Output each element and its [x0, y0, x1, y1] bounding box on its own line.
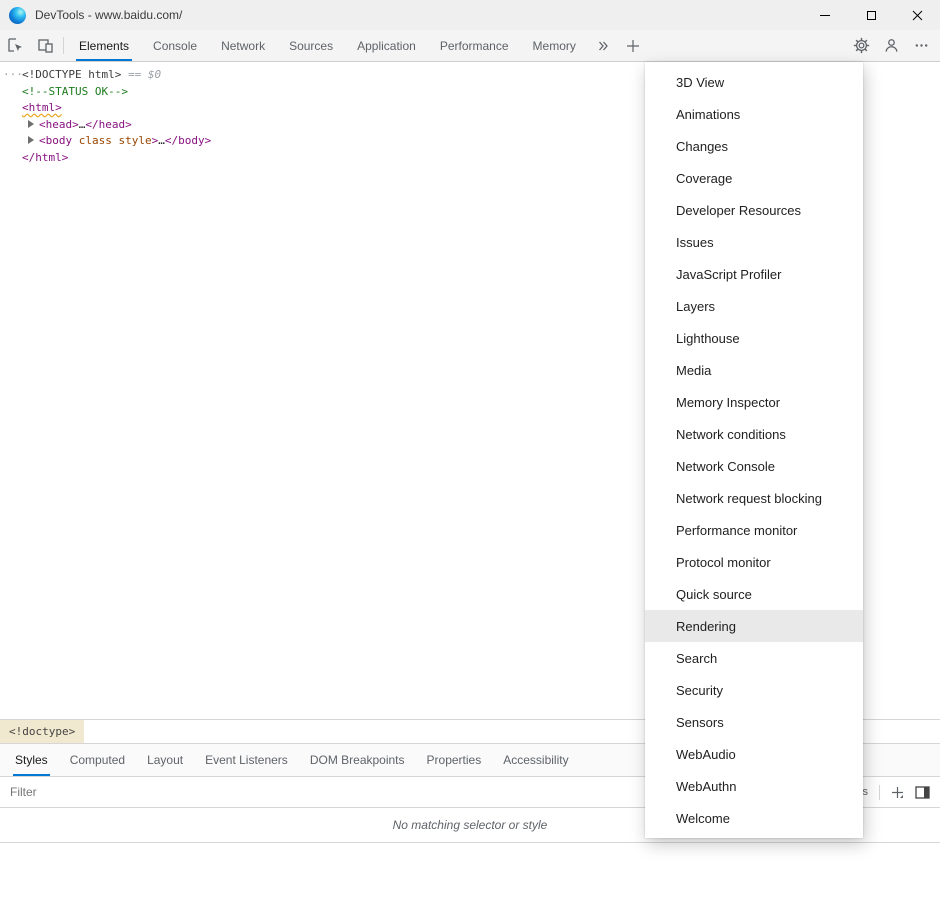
maximize-icon [867, 11, 876, 20]
code-token: <head> [39, 118, 79, 131]
node-overflow-dots-icon[interactable]: ··· [3, 67, 23, 84]
code-token: </head> [85, 118, 131, 131]
settings-button[interactable] [846, 30, 876, 61]
menu-item-quick-source[interactable]: Quick source [645, 578, 863, 610]
menu-item-rendering[interactable]: Rendering [645, 610, 863, 642]
menu-item-network-request-blocking[interactable]: Network request blocking [645, 482, 863, 514]
pane-tab-properties[interactable]: Properties [416, 744, 493, 776]
tab-network[interactable]: Network [209, 30, 277, 61]
bottom-empty-area [0, 843, 940, 900]
feedback-button[interactable] [876, 30, 906, 61]
close-button[interactable] [894, 0, 940, 30]
menu-item-protocol-monitor[interactable]: Protocol monitor [645, 546, 863, 578]
menu-item-webaudio[interactable]: WebAudio [645, 738, 863, 770]
toolbar-right-group [846, 30, 940, 61]
dom-tree-line[interactable]: </html> [0, 150, 645, 167]
menu-item-layers[interactable]: Layers [645, 290, 863, 322]
more-tools-button[interactable] [618, 30, 648, 61]
inspect-element-button[interactable] [0, 30, 30, 61]
new-style-rule-button[interactable] [891, 786, 904, 799]
computed-styles-sidebar-button[interactable] [915, 786, 930, 799]
main-tabs: ElementsConsoleNetworkSourcesApplication… [67, 30, 588, 61]
menu-item-network-console[interactable]: Network Console [645, 450, 863, 482]
customize-devtools-button[interactable] [906, 30, 936, 61]
tab-sources[interactable]: Sources [277, 30, 345, 61]
pane-tab-layout[interactable]: Layout [136, 744, 194, 776]
menu-item-javascript-profiler[interactable]: JavaScript Profiler [645, 258, 863, 290]
device-toolbar-button[interactable] [30, 30, 60, 61]
pane-tab-accessibility[interactable]: Accessibility [492, 744, 579, 776]
menu-item-media[interactable]: Media [645, 354, 863, 386]
code-token: <body [39, 134, 72, 147]
menu-item-lighthouse[interactable]: Lighthouse [645, 322, 863, 354]
tab-elements[interactable]: Elements [67, 30, 141, 61]
dom-tree-line[interactable]: <head>…</head> [0, 117, 645, 134]
expand-arrow-icon[interactable] [28, 136, 34, 144]
menu-item-security[interactable]: Security [645, 674, 863, 706]
code-token: <!--STATUS OK--> [22, 85, 128, 98]
menu-item-developer-resources[interactable]: Developer Resources [645, 194, 863, 226]
code-token: </body> [165, 134, 211, 147]
menu-item-welcome[interactable]: Welcome [645, 802, 863, 834]
menu-item-search[interactable]: Search [645, 642, 863, 674]
more-horizontal-icon [914, 38, 929, 53]
chevron-double-right-icon [597, 40, 609, 52]
breadcrumb-doctype[interactable]: <!doctype> [0, 720, 84, 743]
pane-tab-event-listeners[interactable]: Event Listeners [194, 744, 299, 776]
tab-memory[interactable]: Memory [521, 30, 588, 61]
plus-icon [891, 786, 904, 799]
menu-item-performance-monitor[interactable]: Performance monitor [645, 514, 863, 546]
code-token: <html> [22, 101, 62, 114]
pane-tab-computed[interactable]: Computed [59, 744, 136, 776]
menu-item-webauthn[interactable]: WebAuthn [645, 770, 863, 802]
toolbar-divider [63, 37, 64, 54]
menu-item-animations[interactable]: Animations [645, 98, 863, 130]
menu-item-changes[interactable]: Changes [645, 130, 863, 162]
pane-tab-dom-breakpoints[interactable]: DOM Breakpoints [299, 744, 416, 776]
pane-tab-styles[interactable]: Styles [4, 744, 59, 776]
close-icon [912, 10, 923, 21]
devtools-toolbar: ElementsConsoleNetworkSourcesApplication… [0, 30, 940, 62]
code-token: </html> [22, 151, 68, 164]
dom-tree-line[interactable]: <!--STATUS OK--> [0, 84, 645, 101]
tab-application[interactable]: Application [345, 30, 428, 61]
more-tabs-button[interactable] [588, 30, 618, 61]
elements-dom-tree: ···<!DOCTYPE html> == $0<!--STATUS OK-->… [0, 62, 645, 719]
filter-bar-divider [879, 785, 880, 800]
window-title: DevTools - www.baidu.com/ [35, 8, 182, 22]
dom-tree-line[interactable]: <body class style>…</body> [0, 133, 645, 150]
menu-item-memory-inspector[interactable]: Memory Inspector [645, 386, 863, 418]
menu-item-coverage[interactable]: Coverage [645, 162, 863, 194]
menu-item-issues[interactable]: Issues [645, 226, 863, 258]
dom-tree-line[interactable]: <html> [0, 100, 645, 117]
feedback-person-icon [883, 37, 900, 54]
plus-icon [626, 39, 640, 53]
code-token: … [158, 134, 165, 147]
titlebar: DevTools - www.baidu.com/ [0, 0, 940, 30]
menu-item-network-conditions[interactable]: Network conditions [645, 418, 863, 450]
tab-console[interactable]: Console [141, 30, 209, 61]
dom-tree-line[interactable]: ···<!DOCTYPE html> == $0 [0, 67, 645, 84]
code-token: == $0 [121, 68, 161, 81]
minimize-icon [820, 15, 830, 16]
sidebar-panel-icon [915, 786, 930, 799]
minimize-button[interactable] [802, 0, 848, 30]
more-tools-menu: 3D ViewAnimationsChangesCoverageDevelope… [645, 62, 863, 838]
edge-logo-icon [9, 7, 26, 24]
tab-performance[interactable]: Performance [428, 30, 521, 61]
no-matching-selector-message: No matching selector or style [393, 818, 548, 832]
window-controls [802, 0, 940, 30]
maximize-button[interactable] [848, 0, 894, 30]
device-toolbar-icon [37, 37, 54, 54]
menu-item-3d-view[interactable]: 3D View [645, 66, 863, 98]
code-token: <!DOCTYPE html> [22, 68, 121, 81]
inspect-icon [7, 37, 24, 54]
code-token: class style [72, 134, 151, 147]
gear-icon [853, 37, 870, 54]
menu-item-sensors[interactable]: Sensors [645, 706, 863, 738]
expand-arrow-icon[interactable] [28, 120, 34, 128]
